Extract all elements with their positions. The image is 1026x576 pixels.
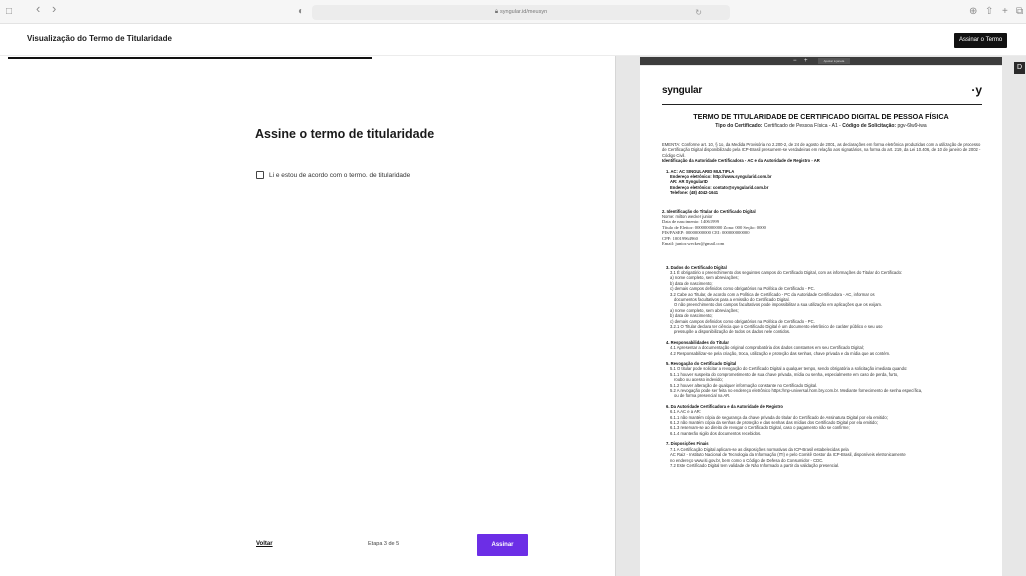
download-icon[interactable]: ⊕ bbox=[969, 6, 977, 18]
agree-checkbox-row[interactable]: Li e estou de acordo com o termo. de tit… bbox=[256, 171, 410, 179]
document-page: syngular ·y TERMO DE TITULARIDADE DE CER… bbox=[640, 66, 1002, 576]
header-divider bbox=[662, 104, 982, 105]
document-subtitle: Tipo do Certificado: Certificado de Pess… bbox=[640, 123, 1002, 129]
document-body: EMENTA: Conforme art. 10, § 1o, da Medid… bbox=[662, 142, 982, 468]
request-code-label: Código de Solicitação: bbox=[842, 123, 897, 129]
app-header: Visualização do Termo de Titularidade As… bbox=[0, 24, 1026, 56]
back-link[interactable]: Voltar bbox=[256, 541, 273, 547]
ementa-text: EMENTA: Conforme art. 10, § 1o, da Medid… bbox=[662, 142, 981, 158]
lock-icon: 🔒︎ bbox=[494, 9, 499, 15]
zoom-out-button[interactable]: − bbox=[793, 57, 797, 65]
url-text: syngular.id/meusyn bbox=[500, 9, 548, 15]
viewer-toolbar: − + Ajustar à janela bbox=[640, 57, 1002, 65]
form-title: Assine o termo de titularidade bbox=[255, 127, 435, 141]
step-indicator: Etapa 3 de 5 bbox=[368, 541, 400, 547]
back-icon[interactable]: ‹ bbox=[36, 2, 40, 15]
forward-icon[interactable]: › bbox=[52, 2, 56, 15]
tab-overview-icon[interactable]: ⧉ bbox=[1016, 6, 1023, 18]
sidebar-icon[interactable]: □ bbox=[6, 6, 12, 18]
agree-checkbox[interactable] bbox=[256, 171, 264, 179]
zoom-in-button[interactable]: + bbox=[804, 57, 808, 65]
syngular-logo: syngular bbox=[662, 85, 703, 96]
sign-button[interactable]: Assinar bbox=[477, 534, 528, 556]
cert-type-value: Certificado de Pessoa Física - A1 - bbox=[763, 123, 841, 129]
wizard-footer: Voltar Etapa 3 de 5 Assinar bbox=[256, 534, 528, 556]
request-code-value: pgv-6lw9-iwa bbox=[897, 123, 927, 129]
share-icon[interactable]: ⇧ bbox=[985, 6, 993, 18]
viewer-download-icon[interactable]: D bbox=[1014, 62, 1025, 74]
shield-icon[interactable]: ◐ bbox=[298, 6, 304, 18]
page-title: Visualização do Termo de Titularidade bbox=[27, 34, 172, 43]
section-7-line: 7.2 Este Certificado Digital tem validad… bbox=[670, 462, 840, 468]
address-bar[interactable]: 🔒︎ syngular.id/meusyn ↻ bbox=[312, 5, 730, 20]
sign-term-button[interactable]: Assinar o Termo bbox=[954, 33, 1008, 48]
reload-icon[interactable]: ↻ bbox=[695, 5, 702, 20]
agree-checkbox-label[interactable]: Li e estou de acordo com o termo. de tit… bbox=[269, 172, 410, 179]
progress-bar bbox=[8, 57, 372, 59]
fit-window-button[interactable]: Ajustar à janela bbox=[818, 58, 850, 64]
viewer-scrollbar[interactable] bbox=[1012, 56, 1026, 576]
document-viewer: − + Ajustar à janela D syngular ·y TERMO… bbox=[615, 56, 1026, 576]
syngular-mark-icon: ·y bbox=[971, 83, 982, 97]
new-tab-icon[interactable]: + bbox=[1002, 6, 1008, 18]
browser-toolbar: □ ‹ › ◐ 🔒︎ syngular.id/meusyn ↻ ⊕ ⇧ + ⧉ bbox=[0, 0, 1026, 24]
cert-type-label: Tipo do Certificado: bbox=[715, 123, 763, 129]
document-title: TERMO DE TITULARIDADE DE CERTIFICADO DIG… bbox=[693, 112, 949, 121]
